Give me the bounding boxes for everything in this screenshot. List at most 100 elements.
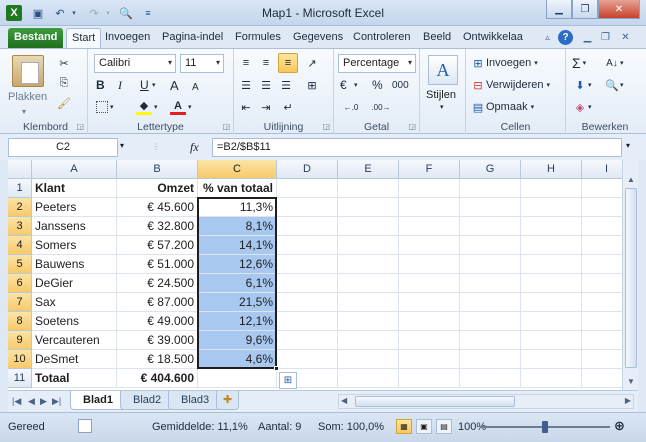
empty-cell[interactable] [460, 274, 521, 293]
empty-cell[interactable] [399, 369, 460, 388]
workbook-restore-icon[interactable]: ❐ [598, 30, 613, 45]
cell-c[interactable]: 12,1% [198, 312, 277, 331]
horizontal-scrollbar[interactable]: ◀ ▶ [338, 394, 634, 409]
empty-cell[interactable] [521, 350, 582, 369]
empty-cell[interactable] [338, 293, 399, 312]
italic-button[interactable]: I [118, 75, 122, 95]
fill-button[interactable]: ⬇ ▾ [572, 75, 591, 95]
scroll-down-icon[interactable]: ▼ [624, 374, 638, 388]
empty-cell[interactable] [277, 179, 338, 198]
borders-button[interactable] [96, 97, 108, 117]
cell-a[interactable]: Soetens [32, 312, 117, 331]
empty-cell[interactable] [521, 236, 582, 255]
name-box[interactable]: C2 [8, 138, 118, 157]
align-bottom-button[interactable]: ≡ [278, 53, 298, 73]
row-header[interactable]: 7 [8, 293, 32, 312]
underline-button[interactable]: U [140, 75, 149, 95]
row-header[interactable]: 1 [8, 179, 32, 198]
cell-a[interactable]: DeSmet [32, 350, 117, 369]
empty-cell[interactable] [582, 255, 622, 274]
format-cells-button[interactable]: ▤ Opmaak ▾ [470, 97, 534, 117]
cell-b[interactable]: € 404.600 [117, 369, 198, 388]
empty-cell[interactable] [460, 236, 521, 255]
vertical-scrollbar[interactable]: ▲ ▼ [622, 160, 638, 390]
align-top-button[interactable]: ≡ [238, 53, 254, 73]
fill-handle[interactable] [274, 366, 279, 371]
worksheet-grid[interactable]: ABCDEFGHI 1 Klant Omzet% van totaal 2 Peeter… [8, 160, 622, 390]
tab-beeld[interactable]: Beeld [418, 28, 456, 48]
formula-input[interactable]: =B2/$B$11 [212, 138, 622, 157]
paste-dropdown-icon[interactable]: ▾ [22, 107, 26, 116]
clear-button[interactable]: ◈ ▾ [572, 97, 592, 117]
empty-cell[interactable] [399, 255, 460, 274]
cell-c[interactable]: % van totaal [198, 179, 277, 198]
scroll-left-icon[interactable]: ◀ [341, 396, 347, 405]
font-color-button[interactable]: A [170, 97, 186, 117]
insert-sheet-icon[interactable]: ✚ [216, 391, 240, 410]
empty-cell[interactable] [338, 331, 399, 350]
empty-cell[interactable] [521, 331, 582, 350]
page-break-view-icon[interactable]: ▤ [436, 419, 452, 434]
cell-c[interactable]: 21,5% [198, 293, 277, 312]
cell-a[interactable]: DeGier [32, 274, 117, 293]
empty-cell[interactable] [582, 179, 622, 198]
empty-cell[interactable] [582, 350, 622, 369]
insert-cells-button[interactable]: ⊞ Invoegen ▾ [470, 53, 537, 73]
minimize-ribbon-icon[interactable]: ▵ [540, 30, 555, 45]
workbook-close-icon[interactable]: ✕ [618, 30, 633, 45]
wrap-text-button[interactable]: ↵ [280, 97, 296, 117]
zoom-in-icon[interactable]: ⊕ [614, 418, 625, 434]
empty-cell[interactable] [277, 312, 338, 331]
empty-cell[interactable] [277, 331, 338, 350]
font-launcher-icon[interactable]: ◲ [222, 122, 230, 131]
currency-format-button[interactable]: € [340, 75, 347, 95]
empty-cell[interactable] [521, 369, 582, 388]
row-header[interactable]: 6 [8, 274, 32, 293]
zoom-slider[interactable] [480, 421, 610, 433]
alignment-launcher-icon[interactable]: ◲ [322, 122, 330, 131]
cell-c[interactable] [198, 369, 277, 388]
tab-formules[interactable]: Formules [230, 28, 286, 48]
align-left-button[interactable]: ☰ [238, 75, 254, 95]
empty-cell[interactable] [399, 312, 460, 331]
font-size-combo[interactable]: 11 ▾ [180, 54, 224, 73]
scroll-up-icon[interactable]: ▲ [624, 172, 638, 186]
number-launcher-icon[interactable]: ◲ [408, 122, 416, 131]
empty-cell[interactable] [460, 312, 521, 331]
column-header-h[interactable]: H [521, 160, 582, 179]
cell-c[interactable]: 14,1% [198, 236, 277, 255]
styles-icon[interactable]: A [428, 55, 458, 85]
sheet-tab-blad2[interactable]: Blad2 [120, 391, 175, 410]
empty-cell[interactable] [521, 198, 582, 217]
tab-gegevens[interactable]: Gegevens [288, 28, 348, 48]
empty-cell[interactable] [338, 236, 399, 255]
increase-decimal-button[interactable]: ←.0 [340, 97, 362, 117]
cell-c[interactable]: 9,6% [198, 331, 277, 350]
cell-b[interactable]: € 87.000 [117, 293, 198, 312]
last-sheet-icon[interactable]: ▶| [52, 396, 61, 407]
empty-cell[interactable] [582, 331, 622, 350]
workbook-minimize-icon[interactable]: ▁ [580, 30, 595, 45]
empty-cell[interactable] [521, 179, 582, 198]
empty-cell[interactable] [460, 255, 521, 274]
tab-invoegen[interactable]: Invoegen [100, 28, 155, 48]
quick-analysis-icon[interactable]: ⊞ [279, 372, 297, 389]
column-header-a[interactable]: A [32, 160, 117, 179]
cell-c[interactable]: 12,6% [198, 255, 277, 274]
first-sheet-icon[interactable]: |◀ [12, 396, 21, 407]
empty-cell[interactable] [460, 293, 521, 312]
copy-button[interactable]: ⎘ [56, 73, 72, 93]
empty-cell[interactable] [277, 274, 338, 293]
empty-cell[interactable] [399, 179, 460, 198]
column-header-d[interactable]: D [277, 160, 338, 179]
empty-cell[interactable] [277, 236, 338, 255]
percent-style-button[interactable]: % [372, 75, 383, 95]
cell-b[interactable]: € 51.000 [117, 255, 198, 274]
empty-cell[interactable] [338, 255, 399, 274]
increase-indent-button[interactable]: ⇥ [258, 97, 274, 117]
merge-center-button[interactable]: ⊞ [304, 75, 320, 95]
normal-view-icon[interactable]: ▦ [396, 419, 412, 434]
sheet-tab-blad1[interactable]: Blad1 [70, 391, 126, 410]
tab-start[interactable]: Start [66, 28, 102, 48]
tab-bestand[interactable]: Bestand [8, 28, 64, 48]
